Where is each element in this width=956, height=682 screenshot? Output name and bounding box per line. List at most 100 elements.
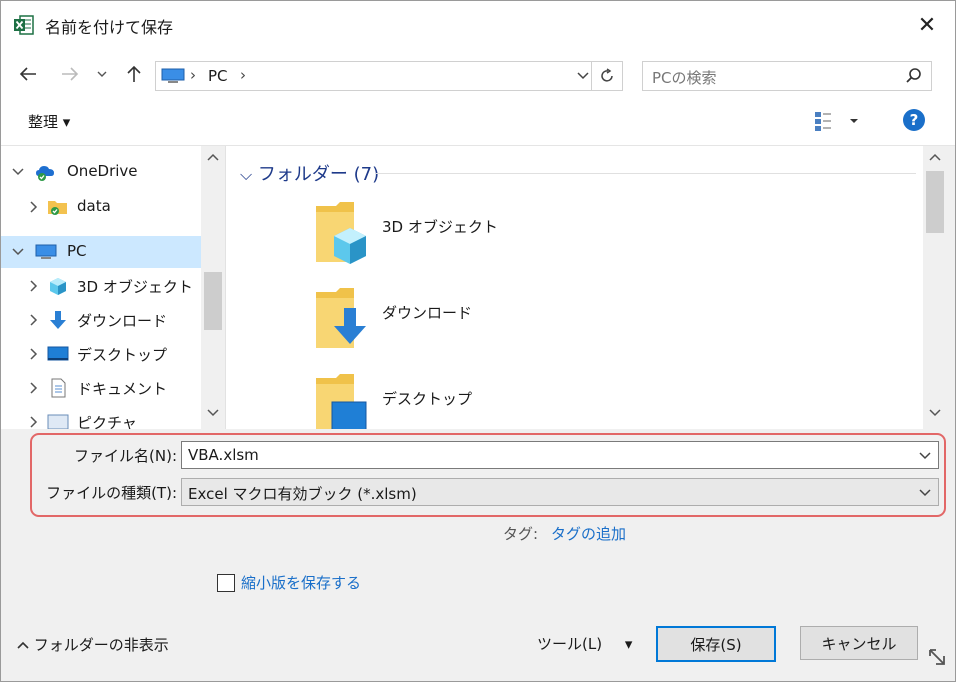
arrow-left-icon	[19, 67, 36, 81]
pc-icon	[35, 244, 57, 259]
chevron-down-icon[interactable]	[576, 66, 590, 84]
tree-item-data[interactable]: data	[1, 191, 201, 223]
chevron-right-icon[interactable]	[27, 381, 41, 395]
tree-item-documents[interactable]: ドキュメント	[1, 372, 201, 404]
up-button[interactable]	[121, 61, 147, 87]
command-toolbar: 整理 ▾ ?	[1, 99, 955, 146]
close-button[interactable]: ✕	[911, 10, 943, 40]
tree-item-pictures[interactable]: ピクチャ	[1, 406, 201, 429]
refresh-button[interactable]	[591, 62, 622, 90]
tree-item-label: PC	[67, 242, 87, 260]
help-button[interactable]: ?	[903, 109, 925, 131]
recent-locations-button[interactable]	[93, 61, 111, 87]
onedrive-icon	[36, 166, 54, 181]
pictures-icon	[47, 414, 69, 429]
organize-button[interactable]: 整理 ▾	[28, 111, 70, 132]
search-icon[interactable]	[905, 67, 923, 85]
tree-item-label: data	[77, 197, 111, 215]
chevron-up-icon	[17, 641, 29, 649]
tree-item-label: ピクチャ	[77, 414, 137, 429]
chevron-right-icon[interactable]	[27, 279, 41, 293]
3d-objects-folder-icon	[316, 202, 366, 264]
highlight-annotation	[30, 433, 946, 517]
hide-folders-label: フォルダーの非表示	[33, 636, 169, 654]
save-button[interactable]: 保存(S)	[656, 626, 776, 662]
chevron-down-icon: ⌵	[240, 165, 253, 184]
tree-item-downloads[interactable]: ダウンロード	[1, 304, 201, 336]
folder-item-downloads[interactable]: ダウンロード	[314, 286, 614, 356]
change-view-button[interactable]	[813, 109, 863, 133]
group-header[interactable]: ⌵ フォルダー (7)	[240, 160, 379, 186]
group-divider	[376, 173, 916, 174]
save-thumbnail-checkbox[interactable]	[217, 574, 235, 592]
chevron-right-icon[interactable]	[27, 200, 41, 214]
chevron-down-icon[interactable]	[11, 165, 25, 179]
download-icon	[50, 311, 66, 329]
close-icon: ✕	[917, 12, 937, 38]
folder-item-label: 3D オブジェクト	[382, 218, 498, 236]
chevron-right-icon[interactable]	[27, 347, 41, 361]
file-list-pane: ⌵ フォルダー (7) 3D オブジェクト ダウンロード デスクトップ	[226, 146, 923, 429]
help-icon: ?	[909, 111, 919, 129]
window-title: 名前を付けて保存	[45, 18, 174, 37]
folder-item-3d-objects[interactable]: 3D オブジェクト	[314, 200, 614, 270]
folder-item-label: ダウンロード	[382, 304, 473, 322]
chevron-down-icon[interactable]	[11, 245, 25, 259]
scrollbar-thumb[interactable]	[204, 272, 222, 330]
resize-grip-icon[interactable]	[926, 646, 950, 670]
chevron-down-icon[interactable]	[928, 408, 942, 418]
chevron-down-icon	[97, 71, 107, 77]
folder-item-label: デスクトップ	[382, 390, 473, 408]
tree-item-desktop[interactable]: デスクトップ	[1, 338, 201, 370]
cancel-button[interactable]: キャンセル	[800, 626, 918, 660]
chevron-down-icon[interactable]	[206, 408, 220, 418]
refresh-icon	[601, 68, 613, 82]
hide-folders-button[interactable]: フォルダーの非表示	[17, 634, 169, 655]
tree-item-onedrive[interactable]: OneDrive	[1, 156, 201, 188]
download-folder-icon	[316, 288, 366, 348]
tree-item-label: OneDrive	[67, 162, 138, 180]
breadcrumb-separator-icon[interactable]: ›	[240, 66, 246, 84]
save-as-dialog: 名前を付けて保存 ✕ › PC › PCの検索 整理 ▾ ? OneDrive …	[0, 0, 956, 682]
chevron-right-icon[interactable]	[27, 313, 41, 327]
group-header-label: フォルダー (7)	[257, 164, 380, 185]
scrollbar-thumb[interactable]	[926, 171, 944, 233]
tree-item-label: ドキュメント	[77, 380, 168, 398]
title-bar: 名前を付けて保存 ✕	[1, 1, 955, 49]
add-tag-link[interactable]: タグの追加	[551, 523, 626, 544]
breadcrumb-item[interactable]: PC	[208, 67, 228, 85]
tree-item-pc[interactable]: PC	[1, 236, 201, 268]
save-thumbnail-label[interactable]: 縮小版を保存する	[241, 572, 361, 593]
address-bar[interactable]: › PC ›	[155, 61, 623, 91]
file-list-scrollbar[interactable]	[923, 146, 947, 429]
tools-menu-button[interactable]: ツール(L) ▾	[537, 633, 632, 654]
navigation-pane-scrollbar[interactable]	[201, 146, 225, 429]
forward-button[interactable]	[57, 61, 83, 87]
breadcrumb-separator-icon: ›	[190, 66, 196, 84]
excel-icon	[14, 15, 34, 35]
arrow-up-icon	[127, 65, 141, 82]
3d-objects-icon	[50, 278, 66, 295]
search-box[interactable]: PCの検索	[642, 61, 932, 91]
navigation-pane: OneDrive data PC 3D オブジェクト ダウンロード デスクトップ	[1, 146, 226, 429]
folder-icon	[48, 201, 67, 215]
tools-label: ツール(L)	[537, 635, 603, 653]
desktop-icon	[47, 346, 69, 361]
back-button[interactable]	[15, 61, 41, 87]
search-input[interactable]: PCの検索	[652, 67, 717, 88]
arrow-right-icon	[62, 67, 79, 81]
tree-item-label: ダウンロード	[77, 312, 168, 330]
pc-icon	[161, 68, 185, 83]
tags-label: タグ:	[503, 525, 539, 543]
document-icon	[51, 378, 66, 398]
view-options-icon	[815, 112, 858, 131]
tree-item-label: 3D オブジェクト	[77, 278, 193, 296]
tree-item-label: デスクトップ	[77, 346, 168, 364]
tree-item-3d-objects[interactable]: 3D オブジェクト	[1, 270, 201, 302]
chevron-right-icon[interactable]	[27, 415, 41, 429]
desktop-folder-icon	[316, 374, 367, 429]
chevron-up-icon[interactable]	[928, 152, 942, 162]
folder-item-desktop[interactable]: デスクトップ	[314, 372, 614, 429]
chevron-up-icon[interactable]	[206, 152, 220, 162]
caret-down-icon: ▾	[624, 635, 633, 653]
